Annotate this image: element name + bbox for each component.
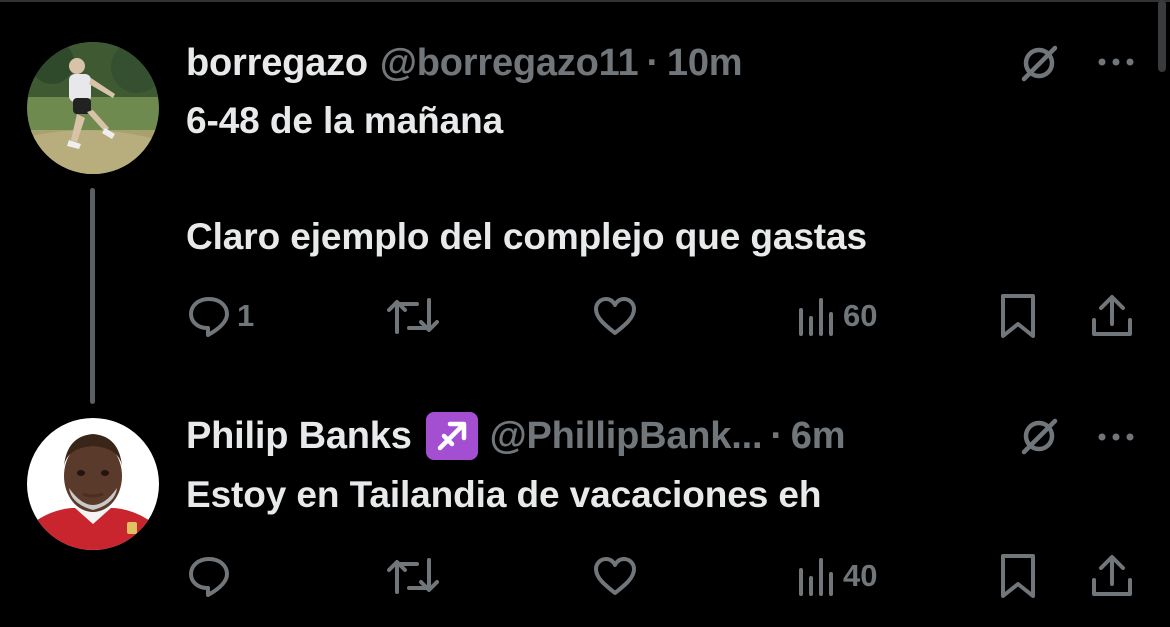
reply-icon: [189, 297, 229, 337]
thread-connector-line: [90, 188, 95, 404]
more-options-icon[interactable]: [1095, 427, 1137, 447]
tweet-text-line: Claro ejemplo del complejo que gastas: [186, 216, 867, 257]
heart-icon: [594, 557, 636, 595]
repost-icon: [387, 298, 439, 334]
bookmark-button[interactable]: [998, 552, 1038, 600]
reply-count: 1: [237, 298, 255, 333]
repost-icon: [387, 558, 439, 594]
share-icon: [1092, 555, 1132, 596]
author-handle[interactable]: @PhillipBank...: [490, 415, 763, 458]
bookmark-button[interactable]: [998, 292, 1038, 340]
repost-button[interactable]: [387, 554, 445, 598]
more-options-icon[interactable]: [1095, 52, 1137, 72]
tweet-header: borregazo @borregazo11 · 10m: [186, 38, 743, 88]
author-name[interactable]: Philip Banks: [186, 415, 412, 458]
reply-button[interactable]: [187, 554, 237, 598]
repost-button[interactable]: [387, 294, 445, 338]
bookmark-icon: [1001, 554, 1035, 598]
analytics-icon: [799, 558, 833, 596]
top-divider: [0, 0, 1170, 2]
views-count: 40: [843, 558, 878, 593]
avatar[interactable]: [27, 418, 159, 550]
timestamp[interactable]: 6m: [791, 415, 846, 458]
author-name[interactable]: borregazo: [186, 42, 368, 85]
scrollbar[interactable]: [1158, 0, 1166, 72]
tweet-text-line: Estoy en Tailandia de vacaciones eh: [186, 474, 822, 515]
like-button[interactable]: [592, 554, 644, 598]
reply-button[interactable]: 1: [187, 294, 254, 338]
analytics-icon: [799, 298, 833, 336]
grok-icon[interactable]: [1018, 415, 1060, 457]
separator-dot: ·: [770, 414, 783, 457]
tweet-header: Philip Banks @PhillipBank... · 6m: [186, 411, 846, 461]
avatar[interactable]: [27, 42, 159, 174]
bookmark-icon: [1001, 294, 1035, 338]
share-button[interactable]: [1088, 292, 1136, 340]
views-count: 60: [843, 298, 878, 333]
separator-dot: ·: [646, 41, 659, 84]
reply-icon: [189, 557, 229, 597]
sagittarius-icon: [425, 412, 478, 460]
tweet-text-line: 6-48 de la mañana: [186, 100, 504, 141]
author-handle[interactable]: @borregazo11: [380, 42, 639, 85]
views-button[interactable]: 60: [797, 294, 877, 338]
like-button[interactable]: [592, 294, 644, 338]
share-icon: [1092, 295, 1132, 336]
grok-icon[interactable]: [1018, 42, 1060, 84]
heart-icon: [594, 297, 636, 335]
timestamp[interactable]: 10m: [667, 42, 743, 85]
views-button[interactable]: 40: [797, 554, 877, 598]
share-button[interactable]: [1088, 552, 1136, 600]
